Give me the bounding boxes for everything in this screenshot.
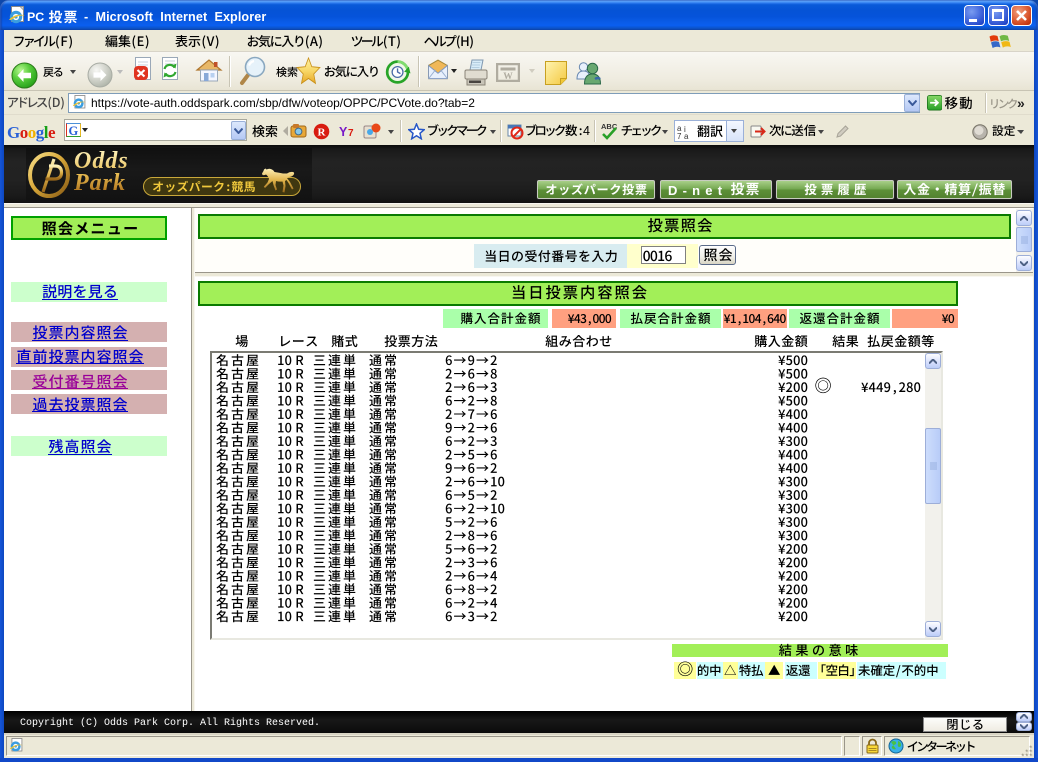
svg-text:7: 7 (348, 128, 354, 139)
svg-text:R: R (318, 127, 327, 139)
svg-text:a: a (684, 132, 689, 139)
svg-text:7: 7 (677, 132, 682, 139)
svg-text:Y: Y (339, 125, 348, 139)
svg-text:W: W (503, 72, 513, 82)
